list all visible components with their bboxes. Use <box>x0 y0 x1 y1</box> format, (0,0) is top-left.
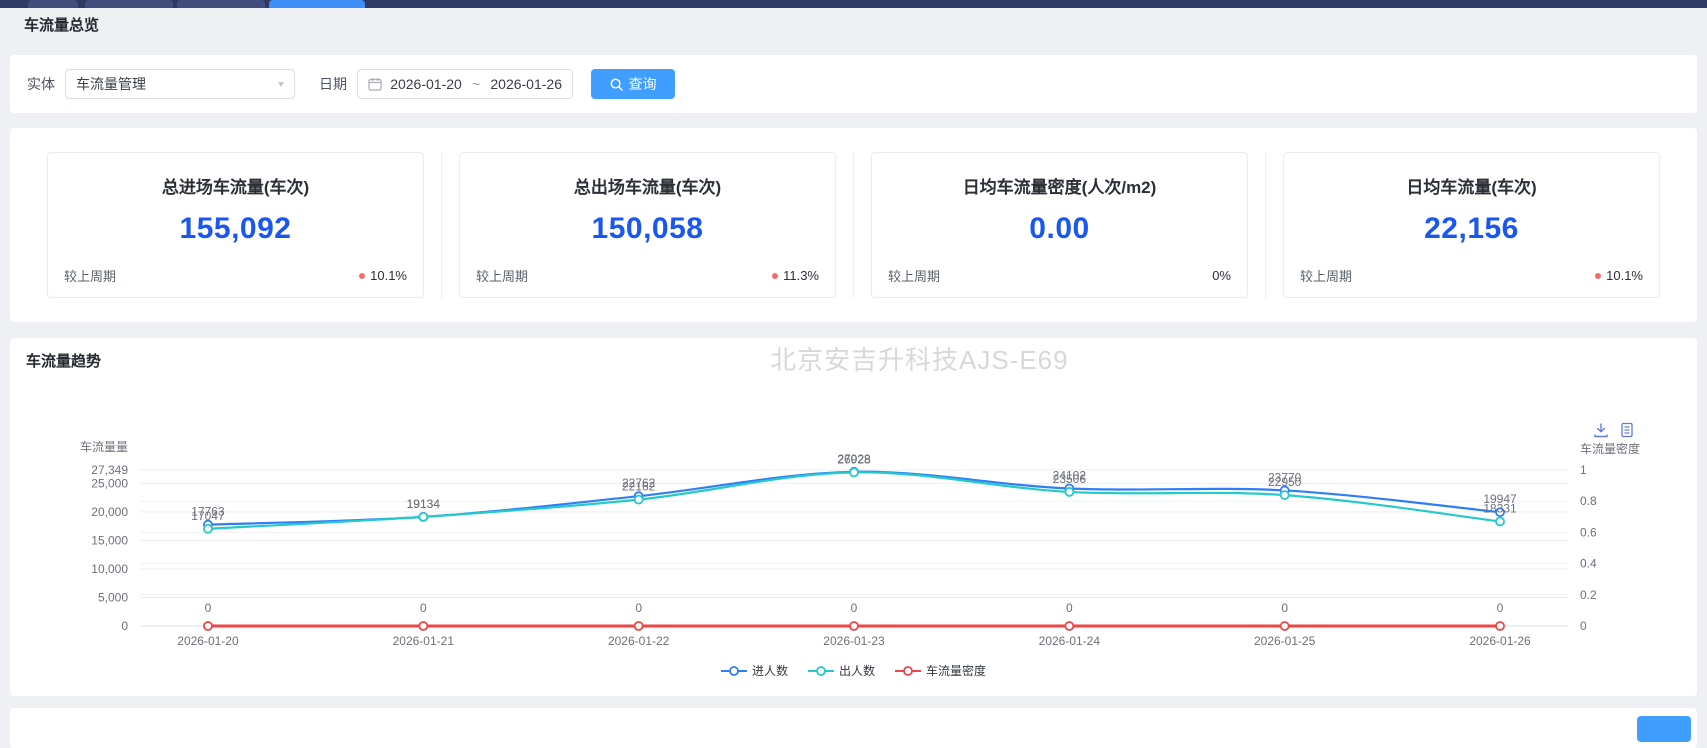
tab-indicator[interactable] <box>85 0 173 8</box>
stat-value: 155,092 <box>64 212 407 246</box>
change-dot <box>772 273 778 279</box>
svg-text:0: 0 <box>121 619 128 633</box>
entity-label: 实体 <box>27 74 55 94</box>
entity-select[interactable]: 车流量管理 ▾ <box>65 69 295 99</box>
legend-item[interactable]: 车流量密度 <box>895 662 986 679</box>
compare-label: 较上周期 <box>888 266 940 285</box>
search-icon <box>610 78 623 91</box>
date-start[interactable]: 2026-01-20 <box>390 76 462 92</box>
svg-text:22950: 22950 <box>1268 475 1302 489</box>
calendar-icon <box>368 77 382 91</box>
stat-value: 0.00 <box>888 212 1231 246</box>
svg-text:10,000: 10,000 <box>91 562 128 576</box>
chart-legend: 进人数 出人数 车流量密度 <box>10 662 1697 679</box>
svg-text:27,349: 27,349 <box>91 463 128 477</box>
legend-item[interactable]: 进人数 <box>721 662 788 679</box>
svg-text:5,000: 5,000 <box>98 590 128 604</box>
filter-panel: 实体 车流量管理 ▾ 日期 2026-01-20 ~ 2026-01-26 查询 <box>10 55 1697 113</box>
page-title: 车流量总览 <box>24 14 99 35</box>
stat-card-daily-avg: 日均车流量(车次) 22,156 较上周期 10.1% <box>1283 152 1660 298</box>
stat-card-total-out: 总出场车流量(车次) 150,058 较上周期 11.3% <box>459 152 836 298</box>
svg-text:0: 0 <box>635 601 642 615</box>
trend-chart-svg: 1 0.8 0.6 0.4 0.2 0 27,34925,000 20,000 15,000 10… <box>10 398 1697 696</box>
change-value: 10.1% <box>1606 268 1643 283</box>
svg-text:25,000: 25,000 <box>91 476 128 490</box>
svg-text:2026-01-26: 2026-01-26 <box>1469 634 1531 648</box>
stat-title: 总出场车流量(车次) <box>476 173 819 198</box>
stat-title: 总进场车流量(车次) <box>64 173 407 198</box>
svg-text:20,000: 20,000 <box>91 505 128 519</box>
date-end[interactable]: 2026-01-26 <box>490 76 562 92</box>
tab-indicator-active[interactable] <box>269 0 365 8</box>
chevron-down-icon: ▾ <box>278 78 284 89</box>
date-range-input[interactable]: 2026-01-20 ~ 2026-01-26 <box>357 69 573 99</box>
svg-text:23506: 23506 <box>1053 472 1087 486</box>
svg-text:17047: 17047 <box>191 509 225 523</box>
watermark: 北京安吉升科技AJS-E69 <box>770 340 1069 377</box>
tab-indicator[interactable] <box>177 0 265 8</box>
date-separator: ~ <box>468 76 484 92</box>
svg-text:15,000: 15,000 <box>91 533 128 547</box>
stat-card-total-in: 总进场车流量(车次) 155,092 较上周期 10.1% <box>47 152 424 298</box>
trend-chart-panel: 车流量趋势 北京安吉升科技AJS-E69 车流量量 车流量密度 10.80.60… <box>10 338 1697 696</box>
change-dot <box>359 273 365 279</box>
legend-label: 进人数 <box>752 662 788 679</box>
legend-marker-icon <box>895 666 921 676</box>
svg-text:19134: 19134 <box>407 497 441 511</box>
svg-text:26928: 26928 <box>837 452 871 466</box>
date-label: 日期 <box>319 74 347 94</box>
svg-text:2026-01-20: 2026-01-20 <box>177 634 239 648</box>
legend-marker-icon <box>808 666 834 676</box>
stat-title: 日均车流量密度(人次/m2) <box>888 173 1231 198</box>
stat-value: 150,058 <box>476 212 819 246</box>
stats-panel: 总进场车流量(车次) 155,092 较上周期 10.1% 总出场车流量(车次)… <box>10 128 1697 322</box>
legend-label: 出人数 <box>839 662 875 679</box>
svg-text:0: 0 <box>1497 601 1504 615</box>
svg-text:0: 0 <box>1281 601 1288 615</box>
svg-text:1: 1 <box>1580 463 1587 477</box>
svg-text:0.8: 0.8 <box>1580 494 1597 508</box>
svg-text:0.4: 0.4 <box>1580 557 1597 571</box>
bottom-action-button[interactable] <box>1637 716 1691 742</box>
svg-text:0.2: 0.2 <box>1580 588 1597 602</box>
legend-label: 车流量密度 <box>926 662 986 679</box>
change-value: 10.1% <box>370 268 407 283</box>
compare-label: 较上周期 <box>476 266 528 285</box>
trend-chart-title: 车流量趋势 <box>26 350 101 371</box>
stat-card-avg-density: 日均车流量密度(人次/m2) 0.00 较上周期 0% <box>871 152 1248 298</box>
svg-text:2026-01-21: 2026-01-21 <box>393 634 455 648</box>
svg-text:2026-01-22: 2026-01-22 <box>608 634 670 648</box>
entity-select-value: 车流量管理 <box>76 74 146 94</box>
change-dot <box>1595 273 1601 279</box>
compare-label: 较上周期 <box>1300 266 1352 285</box>
svg-text:18331: 18331 <box>1483 501 1517 515</box>
svg-text:0: 0 <box>1580 619 1587 633</box>
query-button[interactable]: 查询 <box>591 69 675 99</box>
tab-indicator[interactable] <box>28 0 78 8</box>
query-button-label: 查询 <box>629 74 657 94</box>
bottom-panel <box>10 708 1697 748</box>
svg-text:0.6: 0.6 <box>1580 525 1597 539</box>
stat-title: 日均车流量(车次) <box>1300 173 1643 198</box>
svg-text:0: 0 <box>420 601 427 615</box>
legend-item[interactable]: 出人数 <box>808 662 875 679</box>
svg-text:2026-01-25: 2026-01-25 <box>1254 634 1316 648</box>
svg-text:22162: 22162 <box>622 480 656 494</box>
svg-text:0: 0 <box>205 601 212 615</box>
stat-value: 22,156 <box>1300 212 1643 246</box>
change-value: 0% <box>1212 268 1231 283</box>
svg-text:0: 0 <box>851 601 858 615</box>
top-tab-strip <box>0 0 1707 8</box>
legend-marker-icon <box>721 666 747 676</box>
compare-label: 较上周期 <box>64 266 116 285</box>
change-value: 11.3% <box>783 268 819 283</box>
svg-text:2026-01-23: 2026-01-23 <box>823 634 885 648</box>
svg-text:2026-01-24: 2026-01-24 <box>1039 634 1101 648</box>
svg-text:0: 0 <box>1066 601 1073 615</box>
